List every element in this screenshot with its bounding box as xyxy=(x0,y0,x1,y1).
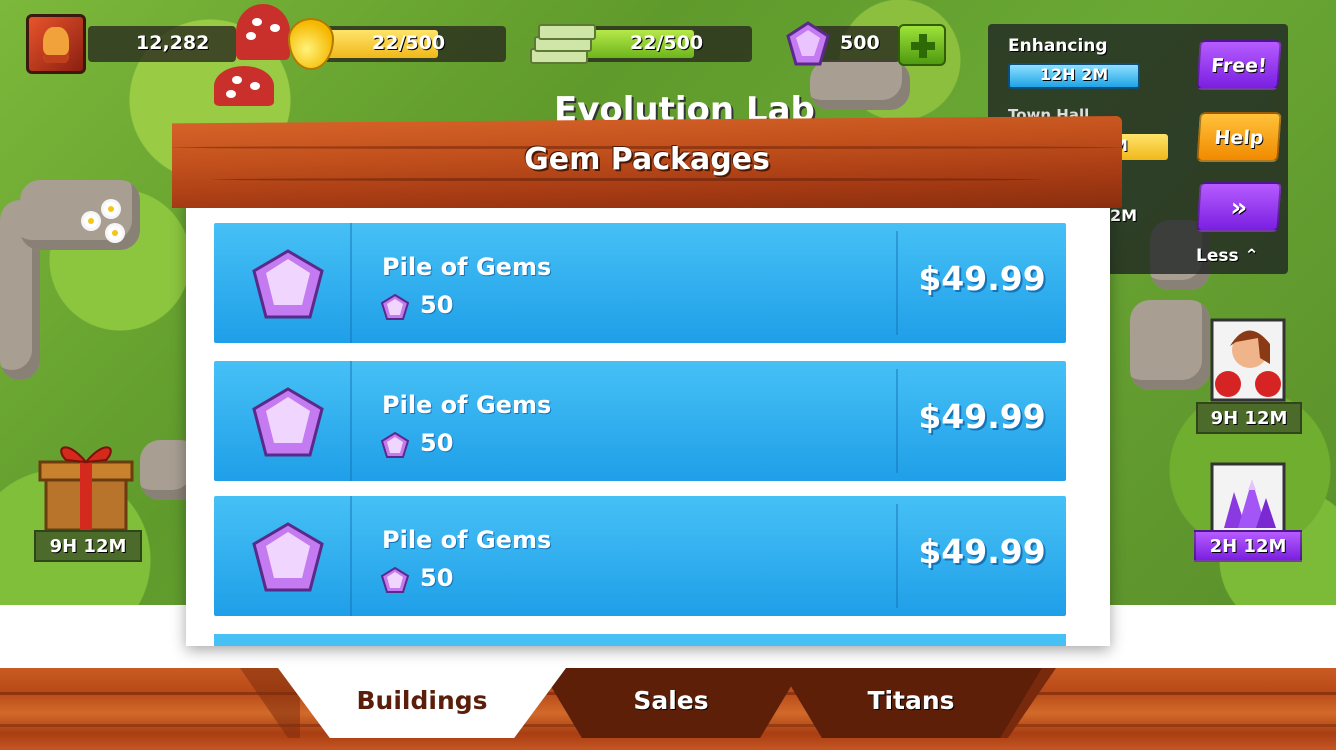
flower xyxy=(84,214,98,228)
gem-package-row[interactable]: Pile of Gems 50 $49.99 xyxy=(214,496,1066,616)
mushroom xyxy=(214,66,274,106)
player-avatar[interactable] xyxy=(26,14,86,74)
gem-icon xyxy=(252,249,324,319)
gem-package-row-partial[interactable] xyxy=(214,634,1066,646)
third-timer: 2M xyxy=(1110,206,1138,225)
flower xyxy=(104,202,118,216)
package-gem-count: 50 xyxy=(420,429,454,457)
free-button[interactable]: Free! xyxy=(1196,40,1282,90)
package-price[interactable]: $49.99 xyxy=(904,532,1060,571)
boxer-timer: 9H 12M xyxy=(1196,402,1302,434)
rock xyxy=(20,180,140,250)
package-name: Pile of Gems xyxy=(382,391,552,419)
gem-icon xyxy=(380,431,410,458)
flower xyxy=(108,226,122,240)
enhancing-timer: 12H 2M xyxy=(1039,65,1109,84)
crystal-timer: 2H 12M xyxy=(1194,530,1302,562)
price-divider xyxy=(896,369,898,473)
gem-icon xyxy=(252,387,324,457)
gift-timer: 9H 12M xyxy=(34,530,142,562)
skip-button[interactable]: » xyxy=(1196,182,1282,232)
price-divider xyxy=(896,231,898,335)
tab-sales[interactable]: Sales xyxy=(540,668,802,738)
cash-stack-icon xyxy=(530,22,596,68)
gem-icon xyxy=(380,566,410,593)
tab-titans[interactable]: Titans xyxy=(780,668,1042,738)
less-toggle-button[interactable]: Less ⌃ xyxy=(1196,246,1259,266)
help-button[interactable]: Help xyxy=(1196,112,1282,162)
package-name: Pile of Gems xyxy=(382,526,552,554)
gem-count: 500 xyxy=(840,32,880,54)
package-price[interactable]: $49.99 xyxy=(904,259,1060,298)
gem-icon xyxy=(252,522,324,592)
mushroom xyxy=(236,4,290,60)
elixir-value: 22/500 xyxy=(372,32,446,54)
package-price[interactable]: $49.99 xyxy=(904,397,1060,436)
boxer-hero-icon[interactable] xyxy=(1208,318,1288,404)
package-name: Pile of Gems xyxy=(382,253,552,281)
gem-package-row[interactable]: Pile of Gems 50 $49.99 xyxy=(214,223,1066,343)
rock xyxy=(1130,300,1210,390)
modal-title: Gem Packages xyxy=(524,142,770,177)
package-gem-count: 50 xyxy=(420,564,454,592)
gift-box-icon[interactable] xyxy=(36,434,136,534)
gem-package-row[interactable]: Pile of Gems 50 $49.99 xyxy=(214,361,1066,481)
gem-icon xyxy=(380,293,410,320)
crystal-pile-icon[interactable] xyxy=(1208,462,1288,536)
package-gem-count: 50 xyxy=(420,291,454,319)
trophy-count: 12,282 xyxy=(136,32,210,54)
price-divider xyxy=(896,504,898,608)
gem-icon xyxy=(786,21,830,66)
cash-value: 22/500 xyxy=(630,32,704,54)
enhancing-label: Enhancing xyxy=(1008,36,1108,56)
buy-gems-plus-button[interactable] xyxy=(898,24,946,66)
